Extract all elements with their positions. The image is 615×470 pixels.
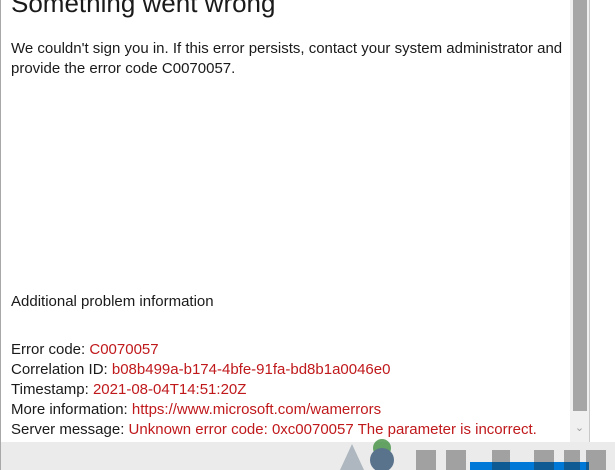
detail-label: Server message:	[11, 421, 129, 438]
error-code-value: C0070057	[89, 341, 159, 358]
server-message-value: Unknown error code: 0xc0070057 The param…	[128, 421, 537, 438]
window-border	[0, 0, 1, 470]
error-message: We couldn't sign you in. If this error p…	[11, 40, 563, 77]
detail-row-server-message: Server message: Unknown error code: 0xc0…	[11, 420, 537, 440]
error-details: Error code: C0070057 Correlation ID: b08…	[11, 340, 537, 440]
correlation-id-value: b08b499a-b174-4bfe-91fa-bd8b1a0046e0	[111, 361, 391, 378]
timestamp-value: 2021-08-04T14:51:20Z	[92, 381, 247, 398]
detail-row-error-code: Error code: C0070057	[11, 340, 537, 360]
detail-label: Correlation ID:	[11, 361, 112, 378]
detail-label: Timestamp:	[11, 381, 93, 398]
watermark-logo	[340, 439, 606, 470]
scrollbar-thumb[interactable]	[573, 0, 587, 411]
detail-label: More information:	[11, 401, 132, 418]
chevron-down-icon[interactable]: ⌄	[572, 420, 587, 436]
more-information-link[interactable]: https://www.microsoft.com/wamerrors	[132, 401, 381, 418]
detail-row-timestamp: Timestamp: 2021-08-04T14:51:20Z	[11, 380, 537, 400]
detail-label: Error code:	[11, 341, 90, 358]
additional-info-heading: Additional problem information	[11, 293, 214, 310]
detail-row-more-information: More information: https://www.microsoft.…	[11, 400, 537, 420]
dialog-title: Something went wrong	[11, 0, 276, 18]
panel-divider	[589, 0, 590, 470]
detail-row-correlation-id: Correlation ID: b08b499a-b174-4bfe-91fa-…	[11, 360, 537, 380]
error-dialog: Something went wrong We couldn't sign yo…	[0, 0, 615, 470]
